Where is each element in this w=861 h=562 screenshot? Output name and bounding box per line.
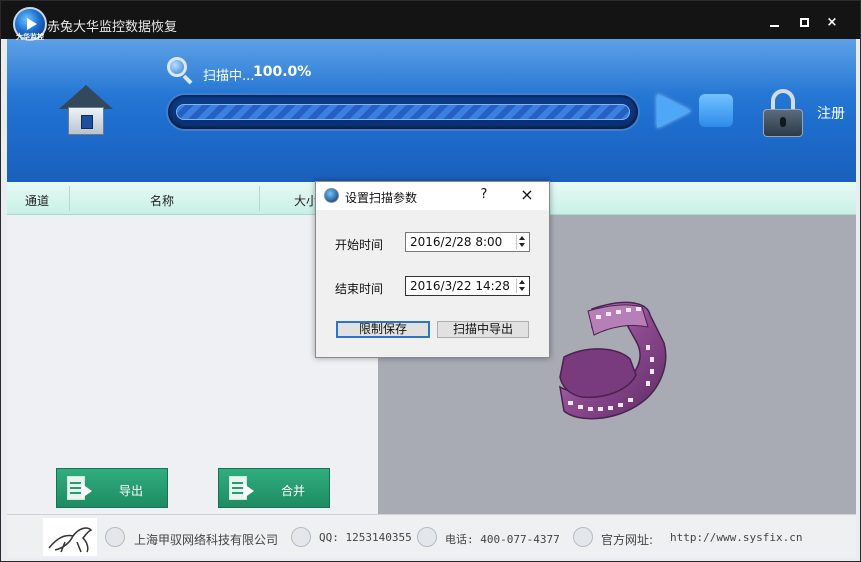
dialog-title: 设置扫描参数 xyxy=(345,191,418,205)
website-url[interactable]: http://www.sysfix.cn xyxy=(670,531,802,544)
website-label: 官方网址: xyxy=(601,533,654,547)
export-during-scan-button[interactable]: 扫描中导出 xyxy=(437,321,529,338)
app-window: 赤兔大华监控数据恢复 × 大华监控 扫描中... 100.0% 注册 通道 名称… xyxy=(0,0,861,562)
qq-number: QQ: 1253140355 xyxy=(319,531,412,544)
toolbar-header: 扫描中... 100.0% 注册 xyxy=(7,39,856,182)
export-label: 导出 xyxy=(119,484,144,498)
start-time-spinner[interactable] xyxy=(516,235,527,249)
dialog-app-icon xyxy=(324,188,339,203)
close-button[interactable]: × xyxy=(824,15,840,31)
window-title: 赤兔大华监控数据恢复 xyxy=(47,20,178,35)
company-name: 上海甲驭网络科技有限公司 xyxy=(134,533,279,547)
register-link[interactable]: 注册 xyxy=(817,103,845,123)
merge-label: 合并 xyxy=(281,484,306,498)
merge-button[interactable]: 合并 xyxy=(218,468,330,508)
phone-number: 电话: 400-077-4377 xyxy=(445,533,560,546)
lock-icon[interactable] xyxy=(763,89,803,137)
maximize-icon xyxy=(799,18,809,27)
export-button[interactable]: 导出 xyxy=(56,468,168,508)
qq-icon xyxy=(291,527,311,547)
spin-up-icon xyxy=(519,236,525,240)
merge-icon xyxy=(229,476,255,502)
column-header-channel[interactable]: 通道 xyxy=(25,192,49,209)
minimize-icon xyxy=(769,25,779,27)
scan-settings-dialog: 设置扫描参数 ? × 开始时间 2016/2/28 8:00 结束时间 2016… xyxy=(315,181,550,358)
horse-logo-icon xyxy=(43,518,97,556)
dialog-help-button[interactable]: ? xyxy=(476,187,492,205)
scan-percent: 100.0% xyxy=(253,64,312,80)
scan-status-label: 扫描中... xyxy=(203,69,255,84)
title-bar: 赤兔大华监控数据恢复 × xyxy=(1,1,860,39)
home-icon[interactable] xyxy=(59,85,113,137)
spin-up-icon xyxy=(519,280,525,284)
scan-progress-fill xyxy=(176,104,630,120)
app-logo-icon: 大华监控 xyxy=(13,7,47,41)
website-icon xyxy=(573,527,593,547)
maximize-button[interactable] xyxy=(796,15,812,31)
company-icon xyxy=(105,527,125,547)
app-logo-tag: 大华监控 xyxy=(16,33,44,41)
dialog-title-bar: 设置扫描参数 ? × xyxy=(316,182,549,210)
limit-save-button[interactable]: 限制保存 xyxy=(336,321,430,338)
minimize-button[interactable] xyxy=(766,15,782,31)
stop-icon[interactable] xyxy=(699,94,733,127)
scan-progress-bar xyxy=(166,93,640,131)
footer-bar: 上海甲驭网络科技有限公司 QQ: 1253140355 电话: 400-077-… xyxy=(7,514,856,558)
column-header-name[interactable]: 名称 xyxy=(150,192,174,209)
end-time-label: 结束时间 xyxy=(335,282,384,296)
end-time-value: 2016/3/22 14:28 xyxy=(410,279,510,293)
play-icon[interactable] xyxy=(657,94,691,128)
phone-icon xyxy=(417,527,437,547)
spin-down-icon xyxy=(519,243,525,247)
end-time-spinner[interactable] xyxy=(516,279,527,293)
start-time-value: 2016/2/28 8:00 xyxy=(410,235,503,249)
search-icon xyxy=(167,57,195,85)
dialog-close-button[interactable]: × xyxy=(518,186,536,204)
start-time-label: 开始时间 xyxy=(335,238,384,252)
end-time-picker[interactable]: 2016/3/22 14:28 xyxy=(405,276,530,296)
spin-down-icon xyxy=(519,287,525,291)
export-icon xyxy=(67,476,93,502)
start-time-picker[interactable]: 2016/2/28 8:00 xyxy=(405,232,530,252)
